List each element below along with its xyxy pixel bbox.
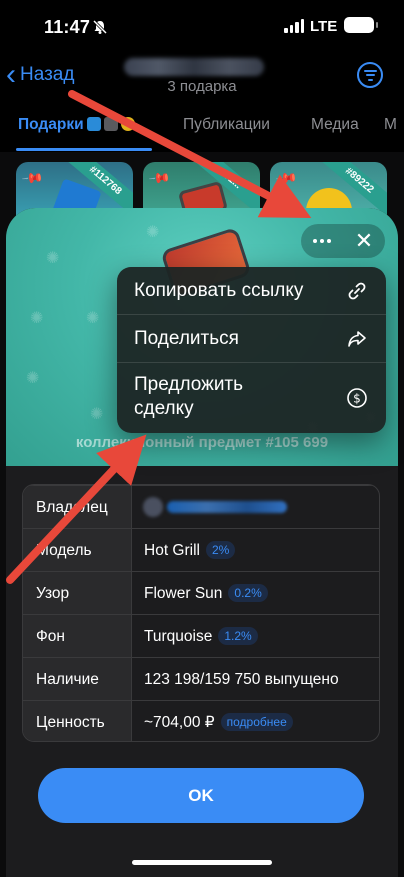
- menu-item-label: Копировать ссылку: [134, 280, 304, 301]
- table-row-availability: Наличие 123 198/159 750 выпущено: [23, 657, 379, 701]
- pattern-icon: ✺: [86, 310, 100, 327]
- bell-off-icon: [92, 19, 108, 38]
- avatar: [143, 497, 163, 517]
- row-value: Hot Grill 2%: [144, 529, 236, 572]
- filter-icon[interactable]: [357, 62, 383, 88]
- table-row-pattern: Узор Flower Sun 0.2%: [23, 571, 379, 615]
- collectible-label: коллекционный предмет #105 699: [75, 434, 329, 451]
- price-value: ~704,00 ₽: [144, 714, 215, 731]
- table-row-background: Фон Turquoise 1.2%: [23, 614, 379, 658]
- row-value: Turquoise 1.2%: [144, 615, 258, 658]
- pattern-icon: ✺: [26, 370, 40, 387]
- link-icon: [348, 282, 366, 300]
- details-link[interactable]: подробнее: [220, 713, 293, 731]
- tab-media[interactable]: Медиа: [311, 116, 359, 134]
- close-icon[interactable]: ✕: [343, 224, 385, 258]
- home-indicator: [132, 860, 272, 865]
- dollar-circle-icon: $: [347, 388, 367, 408]
- row-key: Наличие: [23, 658, 131, 701]
- dot: [320, 239, 324, 243]
- context-menu: Копировать ссылку Поделиться Предложить …: [117, 267, 386, 433]
- sheet-controls: ✕: [301, 224, 385, 258]
- share-icon: [348, 331, 366, 347]
- tab-more[interactable]: М: [384, 116, 397, 134]
- network-label: LTE: [310, 18, 338, 35]
- pin-icon: 📌: [275, 166, 299, 190]
- rarity-badge: 1.2%: [218, 627, 258, 645]
- svg-text:$: $: [353, 392, 361, 406]
- owner-redacted[interactable]: [143, 495, 288, 519]
- gift-emoji-icon: [103, 117, 118, 131]
- rarity-badge: 2%: [205, 541, 236, 559]
- row-value: Flower Sun 0.2%: [144, 572, 268, 615]
- row-key: Модель: [23, 529, 131, 572]
- more-button[interactable]: [301, 224, 343, 258]
- model-value: Hot Grill: [144, 542, 200, 559]
- gift-emoji-icon: [86, 117, 101, 131]
- gift-info-table: Владелец Модель Hot Grill 2% Узор Flower …: [22, 484, 380, 742]
- profile-tabs: Подарки Публикации Медиа М: [0, 110, 404, 152]
- menu-item-share[interactable]: Поделиться: [117, 315, 386, 363]
- row-key: Фон: [23, 615, 131, 658]
- menu-item-label: Поделиться: [134, 328, 239, 349]
- menu-item-propose-deal[interactable]: Предложить сделку $: [117, 363, 386, 433]
- availability-value: 123 198/159 750 выпущено: [144, 671, 339, 688]
- dot: [313, 239, 317, 243]
- table-row-model: Модель Hot Grill 2%: [23, 528, 379, 572]
- signal-icon: [284, 19, 304, 33]
- pin-icon: 📌: [148, 166, 172, 190]
- profile-name-redacted: [124, 58, 264, 76]
- status-time: 11:47: [44, 17, 91, 37]
- pin-icon: 📌: [21, 166, 45, 190]
- owner-name-redacted: [167, 501, 287, 513]
- dot: [327, 239, 331, 243]
- gift-emoji-icon: [120, 117, 135, 131]
- tab-publications[interactable]: Публикации: [183, 116, 270, 134]
- row-value: ~704,00 ₽ подробнее: [144, 701, 293, 741]
- tab-underline: [16, 148, 152, 151]
- gift-count: 3 подарка: [167, 78, 237, 95]
- pattern-icon: ✺: [146, 224, 160, 241]
- rarity-badge: 0.2%: [228, 584, 268, 602]
- pattern-value: Flower Sun: [144, 585, 223, 602]
- menu-item-label: Предложить сделку: [134, 374, 244, 419]
- table-row-value: Ценность ~704,00 ₽ подробнее: [23, 700, 379, 741]
- pattern-icon: ✺: [30, 310, 44, 327]
- tab-gifts[interactable]: Подарки: [18, 116, 135, 134]
- row-key: Ценность: [23, 701, 131, 741]
- pattern-icon: ✺: [90, 406, 104, 423]
- background-value: Turquoise: [144, 628, 213, 645]
- battery-icon: [344, 17, 378, 33]
- table-row-owner: Владелец: [23, 485, 379, 529]
- row-key: Узор: [23, 572, 131, 615]
- ok-button[interactable]: OK: [38, 768, 364, 823]
- tab-gifts-label: Подарки: [18, 116, 84, 133]
- menu-item-copy-link[interactable]: Копировать ссылку: [117, 267, 386, 315]
- row-key: Владелец: [23, 486, 131, 529]
- status-bar: 11:47 LTE: [0, 0, 404, 54]
- pattern-icon: ✺: [46, 250, 60, 267]
